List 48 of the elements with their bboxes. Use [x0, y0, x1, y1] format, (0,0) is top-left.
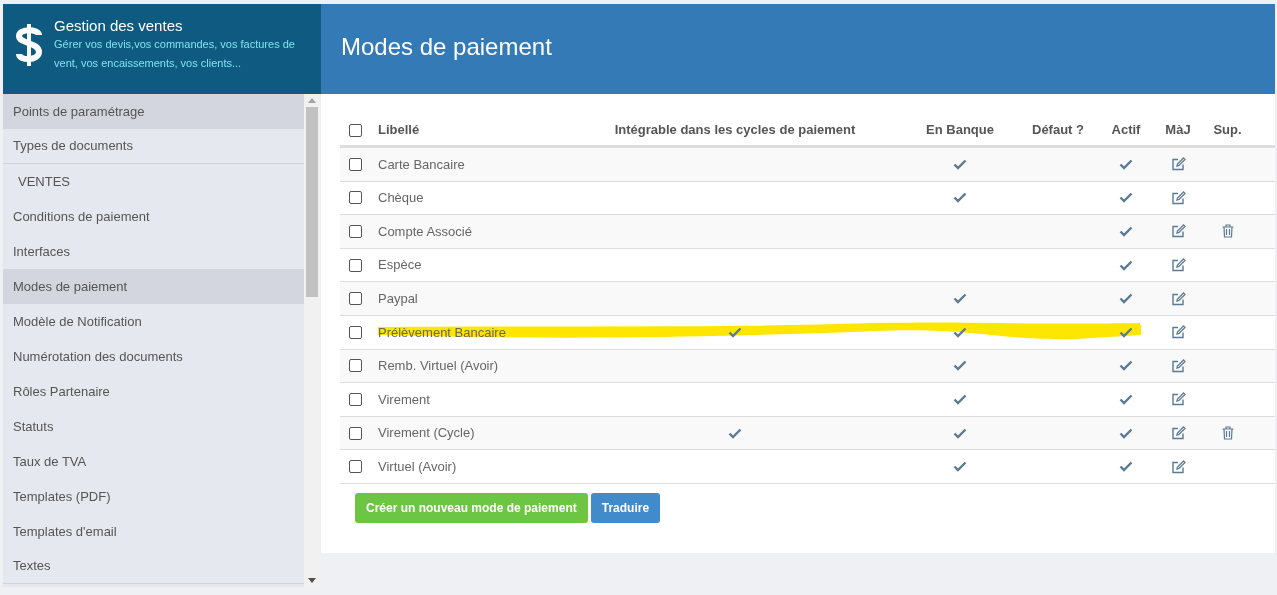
column-header: Libellé: [378, 122, 420, 138]
edit-icon[interactable]: [1170, 392, 1186, 407]
checkbox[interactable]: [348, 258, 362, 272]
dollar-icon: [14, 22, 43, 68]
checkbox[interactable]: [348, 460, 362, 474]
payment-mode-name: Carte Bancaire: [378, 156, 465, 172]
edit-icon[interactable]: [1170, 291, 1186, 306]
payment-mode-name: Paypal: [378, 290, 418, 306]
checkbox[interactable]: [348, 157, 362, 171]
edit-icon[interactable]: [1170, 358, 1186, 373]
app-subtitle: Gérer vos devis,vos commandes, vos factures de vent, vos encaissements, vos clients...: [54, 37, 296, 71]
column-header: MàJ: [1165, 121, 1191, 140]
payment-mode-name: Virement: [378, 391, 430, 407]
translate-button[interactable]: Traduire: [590, 492, 661, 523]
column-header: En Banque: [926, 121, 994, 140]
payment-mode-name: Virement (Cycle): [378, 425, 475, 441]
checkbox[interactable]: [348, 359, 362, 373]
trash-icon[interactable]: [1221, 426, 1234, 441]
checkbox[interactable]: [348, 225, 362, 238]
app-title: Gestion des ventes: [54, 17, 184, 35]
column-header: Intégrable dans les cycles de paiement: [614, 121, 856, 140]
edit-icon[interactable]: [1170, 258, 1186, 273]
page-title: Modes de paiement: [341, 32, 552, 62]
checkbox[interactable]: [348, 191, 362, 205]
column-header: Défaut ?: [1032, 121, 1084, 140]
payment-mode-name: Compte Associé: [378, 223, 472, 239]
column-header: Sup.: [1213, 121, 1242, 140]
checkbox[interactable]: [348, 325, 362, 339]
edit-icon[interactable]: [1170, 157, 1186, 172]
edit-icon[interactable]: [1170, 459, 1186, 474]
edit-icon[interactable]: [1170, 426, 1186, 441]
edit-icon[interactable]: [1170, 190, 1186, 205]
checkbox[interactable]: [348, 426, 362, 440]
payment-mode-name: Remb. Virtuel (Avoir): [378, 358, 499, 374]
checkbox[interactable]: [348, 123, 362, 137]
payment-mode-name: Virtuel (Avoir): [378, 458, 457, 474]
payment-mode-name: Prélèvement Bancaire: [378, 324, 506, 340]
payment-mode-name: Chèque: [378, 190, 424, 206]
sidebar-item[interactable]: Points de paramétrage: [3, 94, 304, 129]
sidebar-item[interactable]: Modes de paiement: [3, 269, 304, 304]
payment-mode-name: Espèce: [378, 257, 422, 273]
checkbox[interactable]: [348, 292, 362, 306]
scroll-down-icon[interactable]: [308, 578, 316, 583]
checkbox[interactable]: [348, 392, 362, 406]
edit-icon[interactable]: [1170, 325, 1186, 340]
column-header: Actif: [1111, 121, 1141, 140]
trash-icon[interactable]: [1221, 224, 1234, 239]
edit-icon[interactable]: [1170, 224, 1186, 239]
